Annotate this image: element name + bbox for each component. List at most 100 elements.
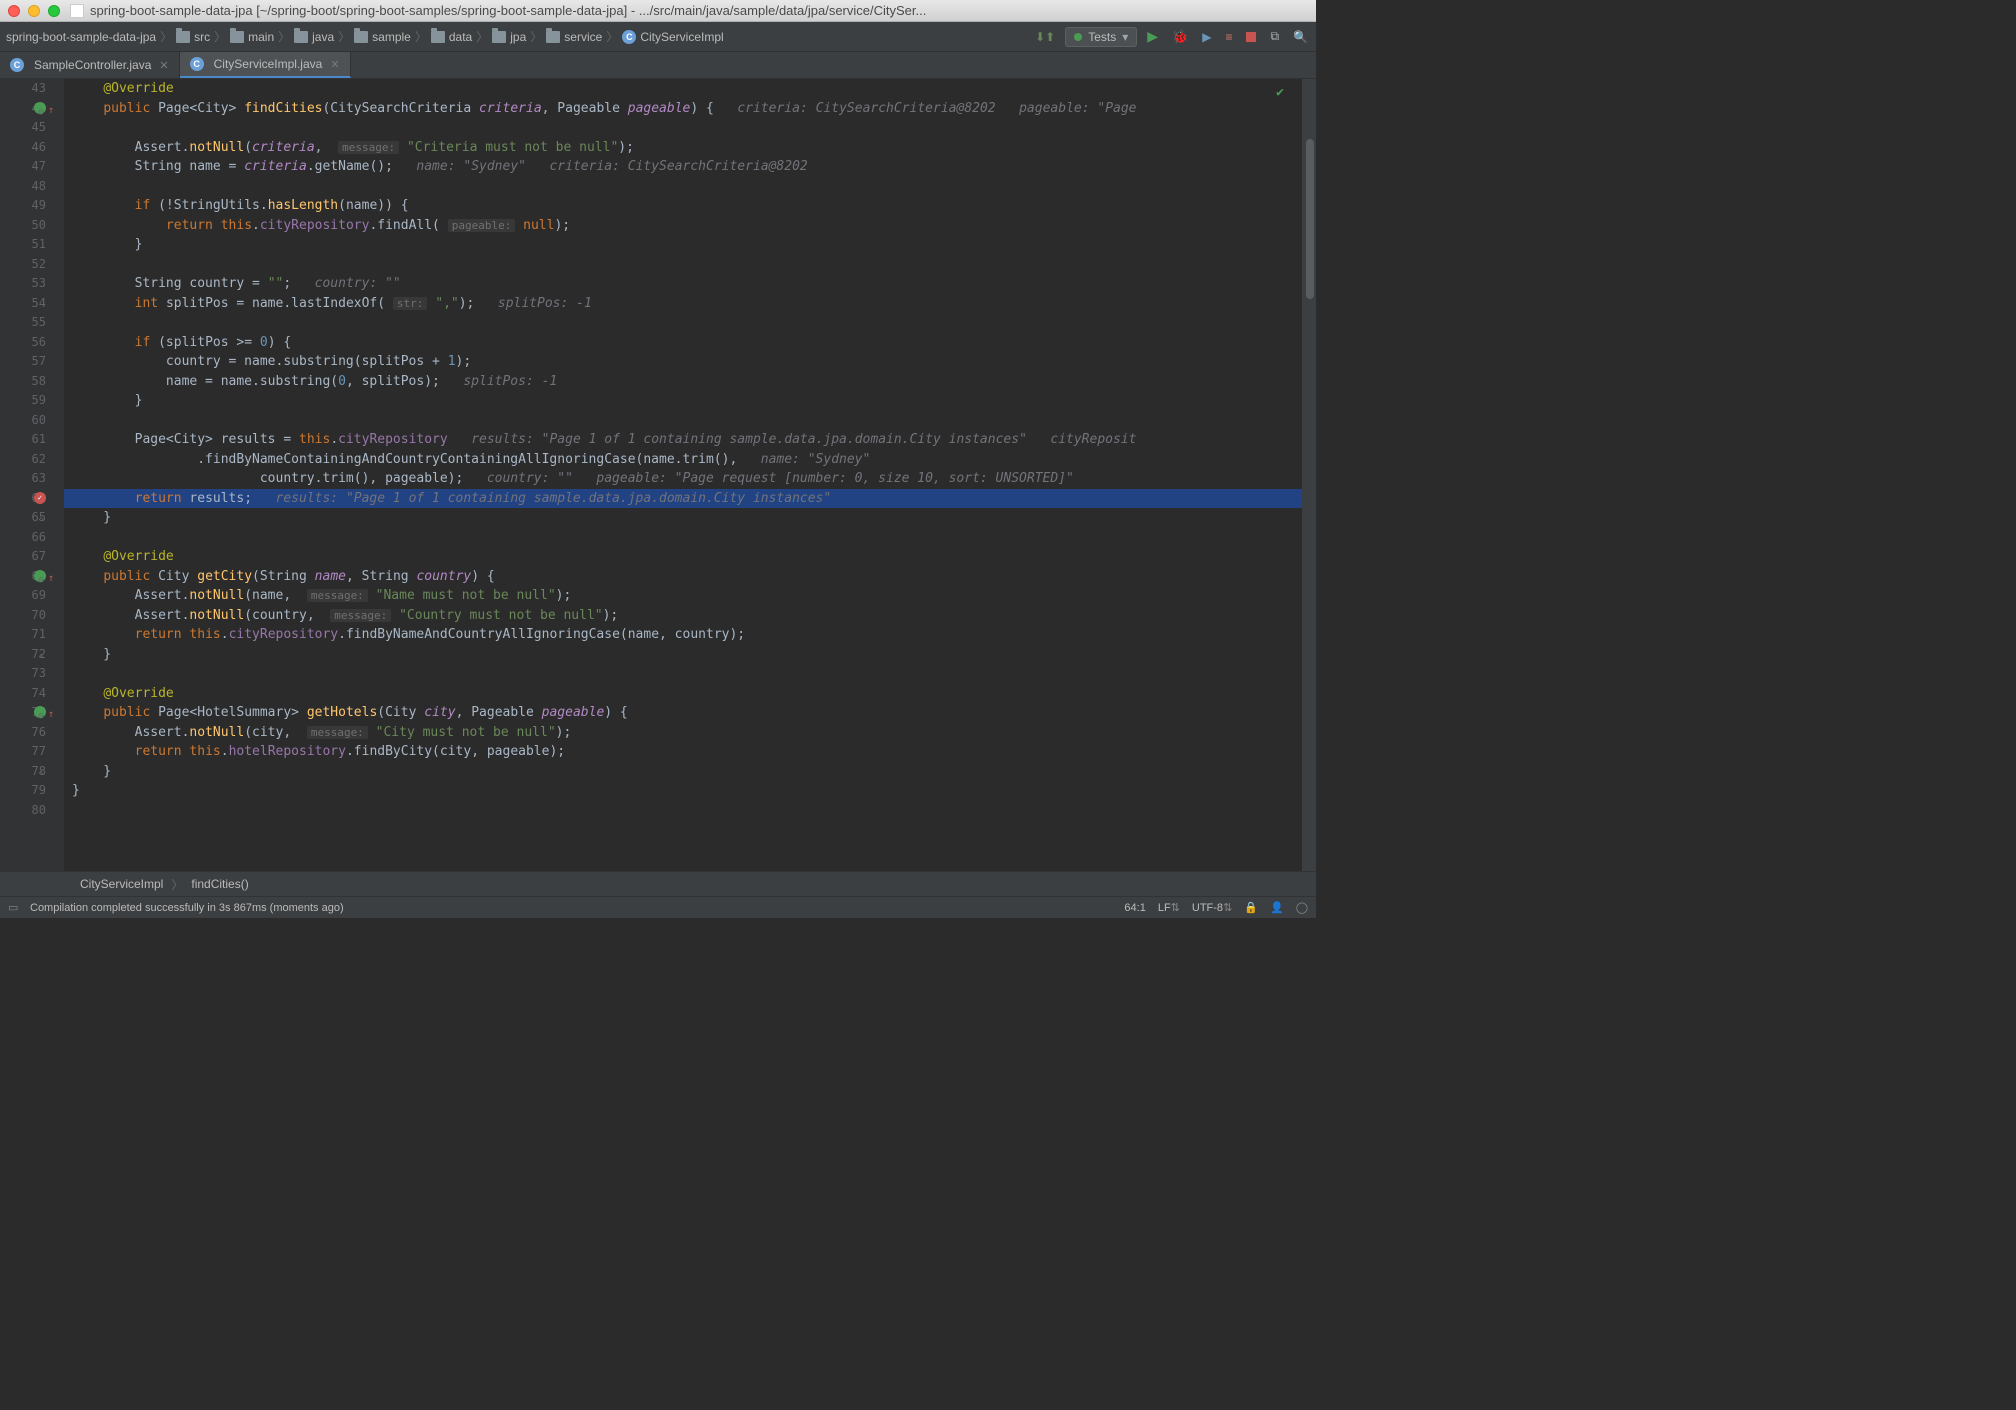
line-number[interactable]: 46 bbox=[0, 138, 46, 158]
status-icon[interactable]: ▭ bbox=[8, 901, 22, 914]
line-number[interactable]: 50 bbox=[0, 216, 46, 236]
memory-indicator[interactable]: ◯ bbox=[1296, 901, 1308, 914]
crumb-method[interactable]: findCities() bbox=[191, 877, 248, 891]
code-area[interactable]: ✔ @Override public Page<City> findCities… bbox=[64, 79, 1302, 871]
close-tab-icon[interactable]: ✕ bbox=[159, 59, 168, 72]
line-number[interactable]: 55 bbox=[0, 313, 46, 333]
line-number[interactable]: 69 bbox=[0, 586, 46, 606]
code-line[interactable]: country = name.substring(splitPos + 1); bbox=[64, 352, 1302, 372]
code-line[interactable]: return this.cityRepository.findByNameAnd… bbox=[64, 625, 1302, 645]
code-line[interactable]: } bbox=[64, 508, 1302, 528]
line-number[interactable]: 47 bbox=[0, 157, 46, 177]
code-line[interactable] bbox=[64, 177, 1302, 197]
line-number[interactable]: 70 bbox=[0, 606, 46, 626]
code-line[interactable]: } bbox=[64, 391, 1302, 411]
profile-button[interactable]: ≡ bbox=[1221, 28, 1236, 46]
line-number[interactable]: 45 bbox=[0, 118, 46, 138]
code-line[interactable]: country.trim(), pageable); country: "" p… bbox=[64, 469, 1302, 489]
code-line[interactable]: return this.cityRepository.findAll( page… bbox=[64, 216, 1302, 236]
code-line[interactable]: @Override bbox=[64, 684, 1302, 704]
search-button[interactable]: 🔍 bbox=[1289, 28, 1312, 46]
breadcrumb-segment[interactable]: main bbox=[228, 30, 276, 44]
code-line[interactable] bbox=[64, 801, 1302, 821]
code-line[interactable]: if (splitPos >= 0) { bbox=[64, 333, 1302, 353]
code-line[interactable]: } bbox=[64, 235, 1302, 255]
line-number[interactable]: 53 bbox=[0, 274, 46, 294]
line-number[interactable]: 80 bbox=[0, 801, 46, 821]
line-number[interactable]: 51 bbox=[0, 235, 46, 255]
code-line[interactable]: Assert.notNull(city, message: "City must… bbox=[64, 723, 1302, 743]
line-number[interactable]: 58 bbox=[0, 372, 46, 392]
scroll-thumb[interactable] bbox=[1306, 139, 1314, 299]
line-number[interactable]: 66 bbox=[0, 528, 46, 548]
inspection-ok-icon[interactable]: ✔ bbox=[1276, 83, 1284, 103]
line-separator[interactable]: LF⇅ bbox=[1158, 901, 1180, 914]
breadcrumb-segment[interactable]: java bbox=[292, 30, 336, 44]
crumb-class[interactable]: CityServiceImpl bbox=[80, 877, 163, 891]
line-number[interactable]: 76 bbox=[0, 723, 46, 743]
line-number[interactable]: 56 bbox=[0, 333, 46, 353]
code-line[interactable]: } bbox=[64, 781, 1302, 801]
line-number[interactable]: 67 bbox=[0, 547, 46, 567]
code-line[interactable] bbox=[64, 313, 1302, 333]
code-line[interactable] bbox=[64, 411, 1302, 431]
close-tab-icon[interactable]: ✕ bbox=[330, 58, 339, 71]
layout-button[interactable]: ⧉ bbox=[1266, 27, 1283, 46]
lock-icon[interactable]: 🔒 bbox=[1244, 901, 1258, 914]
line-number[interactable]: 77 bbox=[0, 742, 46, 762]
line-number[interactable]: 43 bbox=[0, 79, 46, 99]
code-line[interactable]: name = name.substring(0, splitPos); spli… bbox=[64, 372, 1302, 392]
code-line[interactable]: int splitPos = name.lastIndexOf( str: ",… bbox=[64, 294, 1302, 314]
line-number[interactable]: 60 bbox=[0, 411, 46, 431]
breadcrumb-segment[interactable]: data bbox=[429, 30, 474, 44]
code-line[interactable]: Assert.notNull(name, message: "Name must… bbox=[64, 586, 1302, 606]
code-line[interactable]: Assert.notNull(country, message: "Countr… bbox=[64, 606, 1302, 626]
code-line[interactable]: String name = criteria.getName(); name: … bbox=[64, 157, 1302, 177]
breadcrumb-segment[interactable]: jpa bbox=[490, 30, 528, 44]
build-icon[interactable]: ⬇⬆ bbox=[1031, 28, 1059, 46]
line-number[interactable]: 52 bbox=[0, 255, 46, 275]
code-line[interactable]: @Override bbox=[64, 79, 1302, 99]
encoding[interactable]: UTF-8⇅ bbox=[1192, 901, 1232, 914]
debug-button[interactable]: 🐞 bbox=[1168, 27, 1192, 47]
line-number[interactable]: 59 bbox=[0, 391, 46, 411]
maximize-window-button[interactable] bbox=[48, 5, 60, 17]
line-number[interactable]: 75↑⊖ bbox=[0, 703, 46, 723]
breakpoint-marker-icon[interactable]: ✓ bbox=[34, 492, 46, 504]
line-number[interactable]: 78⌃ bbox=[0, 762, 46, 782]
line-number[interactable]: 63 bbox=[0, 469, 46, 489]
line-number[interactable]: 73 bbox=[0, 664, 46, 684]
run-button[interactable]: ▶ bbox=[1143, 26, 1162, 47]
code-line[interactable] bbox=[64, 528, 1302, 548]
line-number[interactable]: 79 bbox=[0, 781, 46, 801]
code-line[interactable]: if (!StringUtils.hasLength(name)) { bbox=[64, 196, 1302, 216]
editor-tab[interactable]: CSampleController.java✕ bbox=[0, 52, 180, 78]
code-line[interactable]: public Page<City> findCities(CitySearchC… bbox=[64, 99, 1302, 119]
line-number[interactable]: 65⌃ bbox=[0, 508, 46, 528]
gutter[interactable]: 4344↑⊖4546474849505152535455565758596061… bbox=[0, 79, 64, 871]
code-line[interactable]: String country = ""; country: "" bbox=[64, 274, 1302, 294]
line-number[interactable]: 71 bbox=[0, 625, 46, 645]
line-number[interactable]: 49 bbox=[0, 196, 46, 216]
breadcrumb-segment[interactable]: src bbox=[174, 30, 212, 44]
inspection-icon[interactable]: 👤 bbox=[1270, 901, 1284, 914]
code-line[interactable]: public Page<HotelSummary> getHotels(City… bbox=[64, 703, 1302, 723]
code-line[interactable] bbox=[64, 255, 1302, 275]
line-number[interactable]: 64✓ bbox=[0, 489, 46, 509]
stop-button[interactable] bbox=[1242, 30, 1260, 44]
code-line[interactable]: .findByNameContainingAndCountryContainin… bbox=[64, 450, 1302, 470]
close-window-button[interactable] bbox=[8, 5, 20, 17]
code-line[interactable]: Assert.notNull(criteria, message: "Crite… bbox=[64, 138, 1302, 158]
breadcrumb-segment[interactable]: service bbox=[544, 30, 604, 44]
coverage-button[interactable]: ▶ bbox=[1198, 28, 1215, 46]
code-line[interactable]: return results; results: "Page 1 of 1 co… bbox=[64, 489, 1302, 509]
code-line[interactable] bbox=[64, 118, 1302, 138]
code-line[interactable] bbox=[64, 664, 1302, 684]
line-number[interactable]: 68↑⊖ bbox=[0, 567, 46, 587]
line-number[interactable]: 48 bbox=[0, 177, 46, 197]
line-number[interactable]: 74 bbox=[0, 684, 46, 704]
minimize-window-button[interactable] bbox=[28, 5, 40, 17]
caret-position[interactable]: 64:1 bbox=[1124, 902, 1145, 914]
line-number[interactable]: 61 bbox=[0, 430, 46, 450]
line-number[interactable]: 62 bbox=[0, 450, 46, 470]
